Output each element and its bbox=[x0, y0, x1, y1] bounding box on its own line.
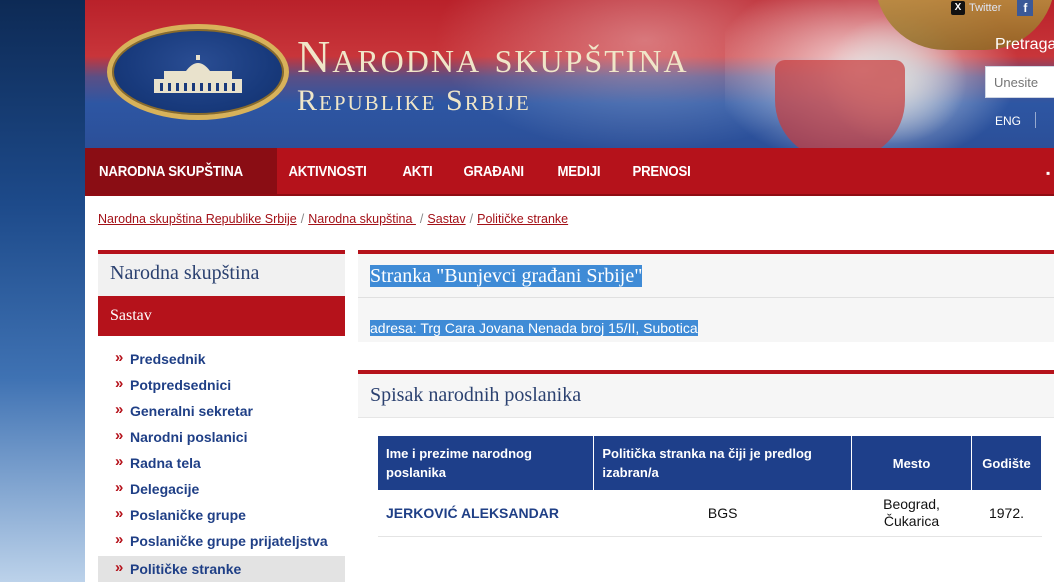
sidebar-item-potpredsednici[interactable]: Potpredsednici bbox=[98, 372, 345, 398]
member-name-link[interactable]: JERKOVIĆ ALEKSANDAR bbox=[378, 490, 594, 537]
members-table-header: Ime i prezime narodnog poslanika Politič… bbox=[378, 436, 1043, 490]
table-row: JERKOVIĆ ALEKSANDAR BGS Beograd, Čukaric… bbox=[378, 490, 1042, 537]
page: Narodna skupština Republike Srbije X Twi… bbox=[85, 0, 1054, 582]
party-title-row: Stranka "Bunjevci građani Srbije" bbox=[358, 254, 1054, 298]
sidebar-item-predsednik[interactable]: Predsednik bbox=[98, 346, 345, 372]
sidebar-item-poslanicke-grupe[interactable]: Poslaničke grupe bbox=[98, 502, 345, 528]
site-title-line1: Narodna skupština bbox=[297, 31, 689, 82]
site-title-line2: Republike Srbije bbox=[297, 84, 531, 117]
members-title: Spisak narodnih poslanika bbox=[358, 374, 1054, 418]
breadcrumb-narodna-skupstina[interactable]: Narodna skupština bbox=[308, 212, 416, 226]
members-table: Ime i prezime narodnog poslanika Politič… bbox=[378, 436, 1043, 537]
search-label: Pretraga bbox=[995, 36, 1054, 53]
party-info-panel: Stranka "Bunjevci građani Srbije" adresa… bbox=[358, 250, 1054, 342]
nav-item-prenosi[interactable]: PRENOSI bbox=[621, 148, 702, 194]
social-links: X Twitter f bbox=[951, 0, 1034, 16]
member-year: 1972. bbox=[971, 490, 1042, 537]
party-title: Stranka "Bunjevci građani Srbije" bbox=[370, 265, 643, 287]
sidebar-menu: Predsednik Potpredsednici Generalni sekr… bbox=[98, 336, 345, 582]
sidebar-heading[interactable]: Narodna skupština bbox=[98, 250, 345, 296]
members-table-wrap: Ime i prezime narodnog poslanika Politič… bbox=[358, 418, 1054, 582]
members-panel: Spisak narodnih poslanika Ime i prezime … bbox=[358, 370, 1054, 582]
parliament-logo[interactable] bbox=[107, 24, 289, 120]
sidebar-item-radna-tela[interactable]: Radna tela bbox=[98, 450, 345, 476]
column-header-name: Ime i prezime narodnog poslanika bbox=[378, 436, 595, 490]
language-separator bbox=[1035, 112, 1036, 128]
twitter-link[interactable]: Twitter bbox=[969, 2, 1001, 14]
column-header-year: Godište bbox=[971, 436, 1043, 490]
breadcrumb-home[interactable]: Narodna skupština Republike Srbije bbox=[98, 212, 297, 226]
nav-item-narodna-skupstina[interactable]: NARODNA SKUPŠTINA bbox=[85, 148, 277, 194]
sidebar-section-sastav[interactable]: Sastav bbox=[98, 296, 345, 336]
header-banner: Narodna skupština Republike Srbije X Twi… bbox=[85, 0, 1054, 148]
x-twitter-icon[interactable]: X bbox=[951, 1, 965, 15]
main-nav: NARODNA SKUPŠTINA AKTIVNOSTI AKTI GRAĐAN… bbox=[85, 148, 1054, 196]
column-header-party: Politička stranka na čiji je predlog iza… bbox=[593, 436, 853, 490]
breadcrumb-politicke-stranke[interactable]: Političke stranke bbox=[477, 212, 568, 226]
nav-more-icon[interactable]: ▪ bbox=[1046, 166, 1054, 180]
member-party: BGS bbox=[593, 490, 852, 537]
nav-item-aktivnosti[interactable]: AKTIVNOSTI bbox=[277, 148, 378, 194]
nav-item-akti[interactable]: AKTI bbox=[391, 148, 444, 194]
shield-icon bbox=[775, 60, 905, 148]
site-title[interactable]: Narodna skupština Republike Srbije bbox=[297, 32, 689, 118]
parliament-building-icon bbox=[154, 55, 242, 93]
sidebar-item-narodni-poslanici[interactable]: Narodni poslanici bbox=[98, 424, 345, 450]
sidebar: Narodna skupština Sastav Predsednik Potp… bbox=[98, 250, 345, 582]
nav-item-mediji[interactable]: MEDIJI bbox=[546, 148, 612, 194]
sidebar-item-poslanicke-grupe-prijateljstva[interactable]: Poslaničke grupe prijateljstva bbox=[98, 528, 345, 554]
sidebar-item-delegacije[interactable]: Delegacije bbox=[98, 476, 345, 502]
breadcrumb: Narodna skupština Republike Srbije / Narod… bbox=[98, 212, 569, 226]
nav-item-gradjani[interactable]: GRAĐANI bbox=[452, 148, 535, 194]
party-address: adresa: Trg Cara Jovana Nenada broj 15/I… bbox=[370, 320, 698, 336]
party-address-row: adresa: Trg Cara Jovana Nenada broj 15/I… bbox=[358, 298, 1054, 338]
sidebar-item-generalni-sekretar[interactable]: Generalni sekretar bbox=[98, 398, 345, 424]
search-input[interactable] bbox=[985, 66, 1054, 98]
sidebar-item-politicke-stranke[interactable]: Političke stranke bbox=[98, 556, 345, 582]
column-header-place: Mesto bbox=[851, 436, 972, 490]
member-place: Beograd, Čukarica bbox=[851, 490, 972, 537]
facebook-icon[interactable]: f bbox=[1017, 0, 1034, 16]
breadcrumb-sastav[interactable]: Sastav bbox=[427, 212, 465, 226]
language-switch-eng[interactable]: ENG bbox=[995, 114, 1021, 128]
